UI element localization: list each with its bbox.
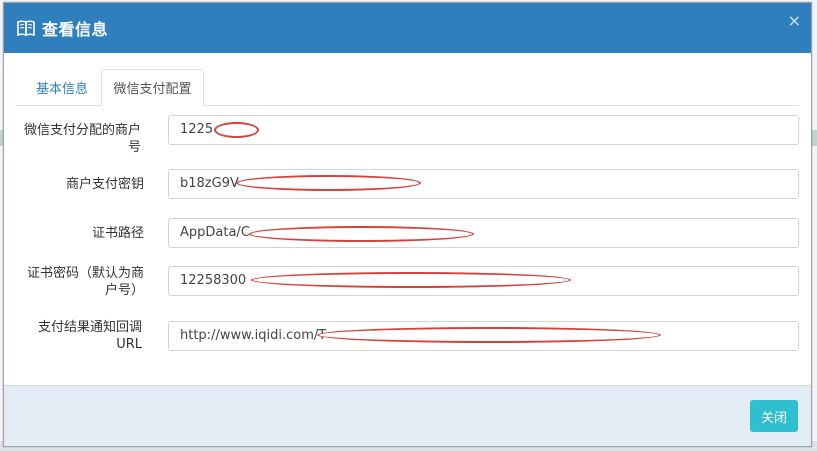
pay-key-value: b18zG9V (180, 176, 239, 191)
tab-bar: 基本信息 微信支付配置 (16, 69, 799, 106)
dialog-header: 查看信息 × (4, 3, 811, 53)
merchant-id-input[interactable]: 1225 (168, 115, 799, 145)
redaction-mark (251, 272, 571, 288)
merchant-id-label: 微信支付分配的商户号 (24, 123, 142, 155)
book-icon (16, 19, 36, 37)
view-info-dialog: 查看信息 × 基本信息 微信支付配置 微信支付分配的商户号 1225 商户支付密… (3, 2, 812, 447)
close-icon[interactable]: × (788, 11, 801, 30)
redaction-mark (214, 122, 259, 138)
notify-url-label: 支付结果通知回调URL (37, 320, 142, 352)
tab-wechat-pay-config[interactable]: 微信支付配置 (101, 69, 204, 106)
redaction-mark (249, 226, 474, 242)
cert-path-value: AppData/C (180, 225, 250, 240)
merchant-id-value: 1225 (180, 122, 214, 137)
notify-url-value: http://www.iqidi.com/T (180, 328, 327, 343)
cert-password-value: 12258300 (180, 273, 247, 288)
pay-key-label: 商户支付密钥 (65, 177, 144, 192)
cert-password-label: 证书密码（默认为商户号） (26, 266, 144, 298)
dialog-title: 查看信息 (42, 20, 109, 39)
cert-path-label: 证书路径 (91, 226, 144, 241)
dialog-footer: 关闭 (4, 385, 811, 446)
redaction-mark (236, 175, 421, 191)
tab-basic-info[interactable]: 基本信息 (20, 69, 104, 105)
close-button[interactable]: 关闭 (750, 400, 798, 432)
redaction-mark (317, 327, 661, 343)
